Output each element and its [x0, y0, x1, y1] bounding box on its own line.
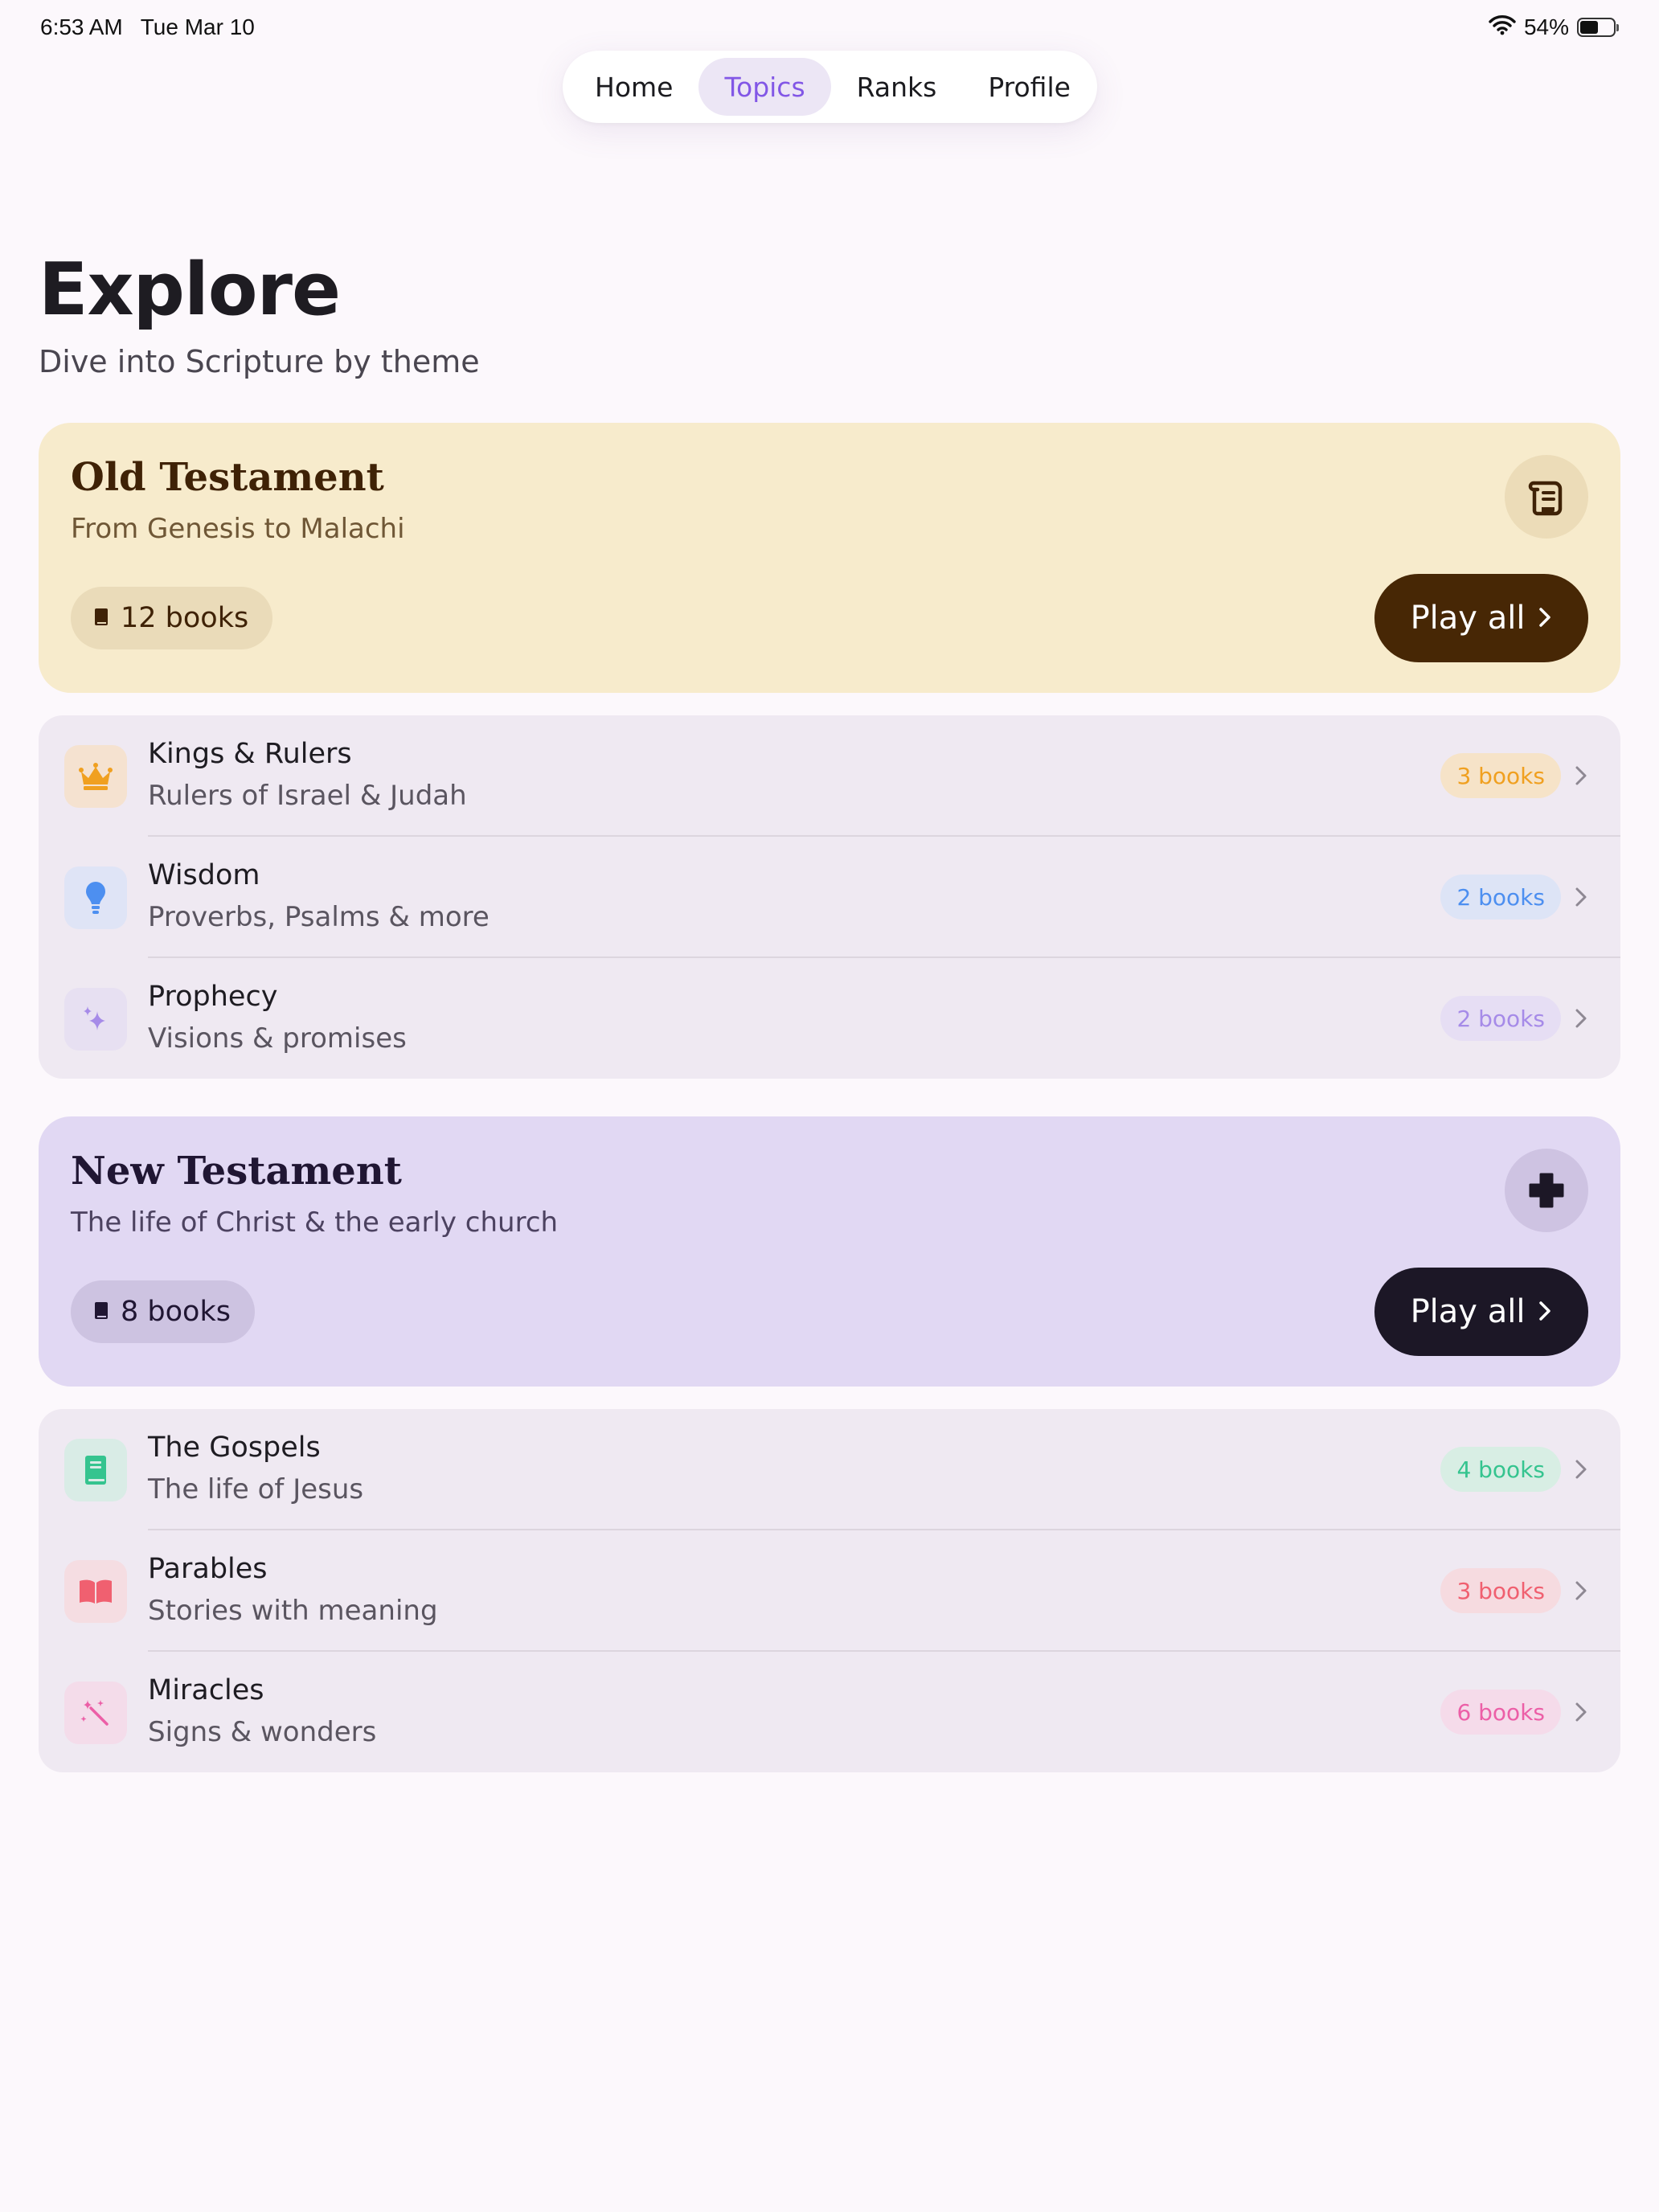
status-date: Tue Mar 10 — [140, 14, 255, 39]
cross-icon — [1505, 1149, 1588, 1232]
topics-screen: 6:53 AM Tue Mar 10 54% Home Topics Ranks… — [0, 0, 1659, 2212]
play-all-button[interactable]: Play all — [1374, 1268, 1588, 1356]
book-count-badge: 2 books — [1440, 996, 1561, 1041]
book-count-pill: 12 books — [71, 587, 273, 649]
status-bar-right: 54% — [1489, 11, 1619, 43]
book-icon — [93, 1296, 109, 1328]
topic-title: Wisdom — [148, 859, 260, 891]
sparkles-icon — [64, 988, 127, 1051]
book-count-pill: 8 books — [71, 1280, 255, 1343]
play-all-label: Play all — [1410, 1293, 1526, 1330]
book-count-badge: 4 books — [1440, 1447, 1561, 1492]
top-nav: Home Topics Ranks Profile — [563, 51, 1097, 123]
book-count-badge: 2 books — [1440, 875, 1561, 920]
chevron-right-icon — [1575, 1460, 1587, 1479]
section-card-old-testament[interactable]: Old Testament From Genesis to Malachi 12… — [39, 423, 1620, 693]
chevron-right-icon — [1538, 1293, 1552, 1330]
topic-title: Kings & Rulers — [148, 738, 352, 770]
section-subtitle: From Genesis to Malachi — [71, 513, 405, 545]
book-count-badge: 6 books — [1440, 1690, 1561, 1735]
topic-row-miracles[interactable]: Miracles Signs & wonders 6 books — [39, 1652, 1620, 1772]
topic-title: The Gospels — [148, 1432, 321, 1464]
tab-topics[interactable]: Topics — [698, 58, 831, 116]
book-icon — [93, 602, 109, 634]
tab-home[interactable]: Home — [569, 58, 698, 116]
play-all-label: Play all — [1410, 600, 1526, 637]
section-title: New Testament — [71, 1149, 402, 1194]
tab-profile[interactable]: Profile — [962, 58, 1096, 116]
topic-title: Miracles — [148, 1674, 264, 1706]
chevron-right-icon — [1575, 1581, 1587, 1600]
open-book-icon — [64, 1560, 127, 1623]
status-bar-left: 6:53 AM Tue Mar 10 — [40, 11, 255, 43]
topic-row-wisdom[interactable]: Wisdom Proverbs, Psalms & more 2 books — [39, 837, 1620, 958]
topic-row-the-gospels[interactable]: The Gospels The life of Jesus 4 books — [39, 1409, 1620, 1530]
topic-subtitle: Visions & promises — [148, 1022, 407, 1055]
topic-subtitle: Proverbs, Psalms & more — [148, 901, 490, 933]
book-count-badge: 3 books — [1440, 1568, 1561, 1613]
topic-subtitle: The life of Jesus — [148, 1473, 364, 1505]
wifi-icon — [1489, 14, 1516, 41]
topic-list-new-testament: The Gospels The life of Jesus 4 books Pa… — [39, 1409, 1620, 1772]
tab-ranks[interactable]: Ranks — [831, 58, 963, 116]
topic-row-kings-rulers[interactable]: Kings & Rulers Rulers of Israel & Judah … — [39, 715, 1620, 837]
topic-list-old-testament: Kings & Rulers Rulers of Israel & Judah … — [39, 715, 1620, 1079]
section-card-new-testament[interactable]: New Testament The life of Christ & the e… — [39, 1116, 1620, 1387]
topic-subtitle: Stories with meaning — [148, 1595, 438, 1627]
chevron-right-icon — [1538, 600, 1552, 637]
section-subtitle: The life of Christ & the early church — [71, 1206, 559, 1239]
topic-title: Parables — [148, 1553, 268, 1585]
topic-row-parables[interactable]: Parables Stories with meaning 3 books — [39, 1530, 1620, 1652]
page-title: Explore — [39, 248, 341, 332]
status-time: 6:53 AM — [40, 14, 123, 39]
book-count-label: 8 books — [121, 1296, 231, 1328]
topic-title: Prophecy — [148, 981, 278, 1013]
battery-icon — [1577, 18, 1619, 37]
topic-row-prophecy[interactable]: Prophecy Visions & promises 2 books — [39, 958, 1620, 1079]
battery-percent: 54% — [1523, 14, 1569, 39]
play-all-button[interactable]: Play all — [1374, 574, 1588, 662]
crown-icon — [64, 745, 127, 808]
chevron-right-icon — [1575, 1702, 1587, 1722]
chevron-right-icon — [1575, 1009, 1587, 1028]
lightbulb-icon — [64, 866, 127, 929]
chevron-right-icon — [1575, 766, 1587, 785]
topic-subtitle: Signs & wonders — [148, 1716, 377, 1748]
magic-wand-icon — [64, 1682, 127, 1744]
scroll-icon — [1505, 455, 1588, 539]
topic-subtitle: Rulers of Israel & Judah — [148, 780, 467, 812]
book-count-label: 12 books — [121, 602, 249, 634]
book-icon — [64, 1439, 127, 1501]
section-title: Old Testament — [71, 455, 384, 500]
page-subtitle: Dive into Scripture by theme — [39, 344, 480, 379]
battery-level-fill — [1580, 21, 1598, 34]
chevron-right-icon — [1575, 887, 1587, 907]
book-count-badge: 3 books — [1440, 753, 1561, 798]
